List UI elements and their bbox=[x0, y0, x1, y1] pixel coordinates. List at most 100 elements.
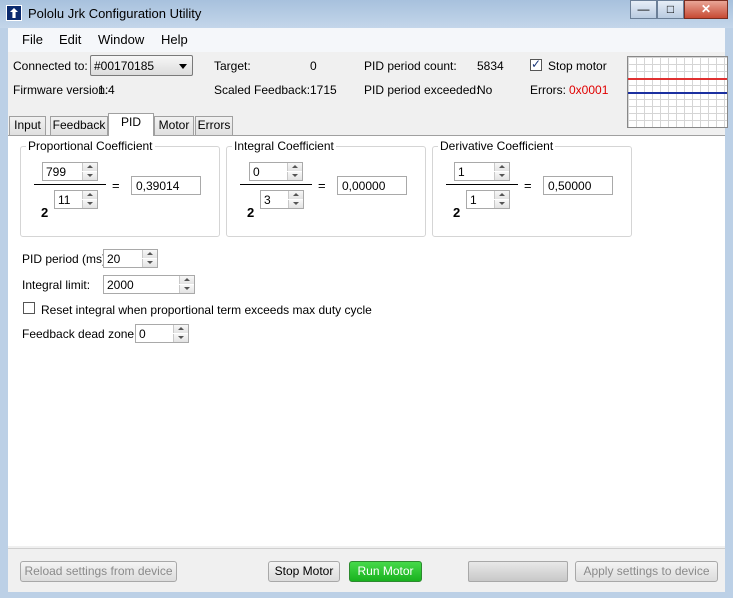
feedback-graph bbox=[627, 56, 728, 128]
device-select[interactable]: #00170185 bbox=[90, 55, 193, 76]
tab-pid[interactable]: PID bbox=[108, 113, 154, 136]
reset-integral-label: Reset integral when proportional term ex… bbox=[41, 303, 372, 317]
fraction-line bbox=[240, 184, 312, 185]
window-title: Pololu Jrk Configuration Utility bbox=[28, 6, 202, 21]
spin-up-icon[interactable] bbox=[288, 191, 303, 199]
pid-period-input[interactable]: 20 bbox=[103, 249, 158, 268]
errors-value: 0x0001 bbox=[569, 83, 609, 97]
scaled-feedback-value: 1715 bbox=[310, 83, 337, 97]
spin-up-icon[interactable] bbox=[173, 325, 188, 333]
spin-down-icon[interactable] bbox=[82, 200, 97, 208]
graph-line-feedback bbox=[628, 92, 727, 94]
proportional-multiplier-value: 799 bbox=[46, 165, 67, 179]
integral-base: 2 bbox=[247, 205, 255, 220]
close-button[interactable]: ✕ bbox=[684, 0, 728, 19]
equals-sign: = bbox=[318, 178, 326, 193]
minimize-button[interactable]: — bbox=[630, 0, 657, 19]
derivative-multiplier-value: 1 bbox=[458, 165, 465, 179]
firmware-label: Firmware version: bbox=[13, 83, 109, 97]
stop-motor-button[interactable]: Stop Motor bbox=[268, 561, 340, 582]
integral-title: Integral Coefficient bbox=[232, 139, 336, 153]
apply-settings-button[interactable]: Apply settings to device bbox=[575, 561, 718, 582]
graph-line-target bbox=[628, 78, 727, 80]
menu-help[interactable]: Help bbox=[161, 32, 188, 47]
run-motor-button[interactable]: Run Motor bbox=[349, 561, 422, 582]
derivative-exponent-input[interactable]: 1 bbox=[466, 190, 510, 209]
errors-label: Errors: bbox=[530, 83, 566, 97]
firmware-value: 1.4 bbox=[98, 83, 115, 97]
connected-label: Connected to: bbox=[13, 59, 88, 73]
target-value: 0 bbox=[310, 59, 317, 73]
derivative-multiplier-input[interactable]: 1 bbox=[454, 162, 510, 181]
menu-window[interactable]: Window bbox=[98, 32, 144, 47]
tab-motor[interactable]: Motor bbox=[154, 116, 194, 135]
spin-up-icon[interactable] bbox=[287, 163, 302, 171]
dead-zone-label: Feedback dead zone: bbox=[22, 327, 138, 341]
dead-zone-value: 0 bbox=[139, 327, 146, 341]
spin-up-icon[interactable] bbox=[179, 276, 194, 284]
tab-feedback[interactable]: Feedback bbox=[50, 116, 108, 135]
integral-exponent-input[interactable]: 3 bbox=[260, 190, 304, 209]
device-select-value: #00170185 bbox=[94, 59, 155, 73]
derivative-base: 2 bbox=[453, 205, 461, 220]
spin-up-icon[interactable] bbox=[82, 191, 97, 199]
integral-result: 0,00000 bbox=[337, 176, 407, 195]
fraction-line bbox=[34, 184, 106, 185]
proportional-result: 0,39014 bbox=[131, 176, 201, 195]
pid-count-label: PID period count: bbox=[364, 59, 457, 73]
dead-zone-input[interactable]: 0 bbox=[135, 324, 189, 343]
derivative-exponent-value: 1 bbox=[470, 193, 477, 207]
reload-settings-button[interactable]: Reload settings from device bbox=[20, 561, 177, 582]
stop-motor-label: Stop motor bbox=[548, 59, 607, 73]
spin-down-icon[interactable] bbox=[494, 200, 509, 208]
proportional-exponent-value: 11 bbox=[58, 193, 71, 207]
integral-exponent-value: 3 bbox=[264, 193, 271, 207]
pid-exceeded-label: PID period exceeded: bbox=[364, 83, 480, 97]
equals-sign: = bbox=[524, 178, 532, 193]
derivative-result: 0,50000 bbox=[543, 176, 613, 195]
chevron-down-icon bbox=[179, 64, 187, 69]
tab-input[interactable]: Input bbox=[9, 116, 46, 135]
spin-down-icon[interactable] bbox=[82, 172, 97, 180]
pid-period-label: PID period (ms): bbox=[22, 252, 110, 266]
spin-down-icon[interactable] bbox=[173, 334, 188, 342]
bottom-separator bbox=[8, 548, 725, 549]
integral-multiplier-value: 0 bbox=[253, 165, 260, 179]
target-label: Target: bbox=[214, 59, 251, 73]
scaled-feedback-label: Scaled Feedback: bbox=[214, 83, 311, 97]
spin-down-icon[interactable] bbox=[142, 259, 157, 267]
proportional-exponent-input[interactable]: 11 bbox=[54, 190, 98, 209]
spin-down-icon[interactable] bbox=[288, 200, 303, 208]
menu-edit[interactable]: Edit bbox=[59, 32, 81, 47]
proportional-result-value: 0,39014 bbox=[136, 179, 180, 193]
progress-bar bbox=[468, 561, 568, 582]
spin-up-icon[interactable] bbox=[494, 191, 509, 199]
fraction-line bbox=[446, 184, 518, 185]
stop-motor-checkbox[interactable] bbox=[530, 57, 542, 71]
spin-down-icon[interactable] bbox=[179, 285, 194, 293]
tab-errors[interactable]: Errors bbox=[195, 116, 233, 135]
integral-result-value: 0,00000 bbox=[342, 179, 386, 193]
integral-multiplier-input[interactable]: 0 bbox=[249, 162, 303, 181]
pid-period-value: 20 bbox=[107, 252, 121, 266]
pid-exceeded-value: No bbox=[477, 83, 493, 97]
integral-limit-value: 2000 bbox=[107, 278, 134, 292]
integral-limit-input[interactable]: 2000 bbox=[103, 275, 195, 294]
spin-up-icon[interactable] bbox=[82, 163, 97, 171]
spin-down-icon[interactable] bbox=[287, 172, 302, 180]
equals-sign: = bbox=[112, 178, 120, 193]
proportional-multiplier-input[interactable]: 799 bbox=[42, 162, 98, 181]
menu-file[interactable]: File bbox=[22, 32, 43, 47]
spin-up-icon[interactable] bbox=[142, 250, 157, 258]
proportional-title: Proportional Coefficient bbox=[26, 139, 155, 153]
spin-up-icon[interactable] bbox=[494, 163, 509, 171]
pololu-logo-icon bbox=[6, 5, 22, 21]
pid-count-value: 5834 bbox=[477, 59, 504, 73]
reset-integral-checkbox[interactable] bbox=[23, 302, 35, 314]
proportional-base: 2 bbox=[41, 205, 49, 220]
derivative-title: Derivative Coefficient bbox=[438, 139, 556, 153]
maximize-button[interactable]: □ bbox=[657, 0, 684, 19]
spin-down-icon[interactable] bbox=[494, 172, 509, 180]
integral-limit-label: Integral limit: bbox=[22, 278, 91, 292]
derivative-result-value: 0,50000 bbox=[548, 179, 592, 193]
